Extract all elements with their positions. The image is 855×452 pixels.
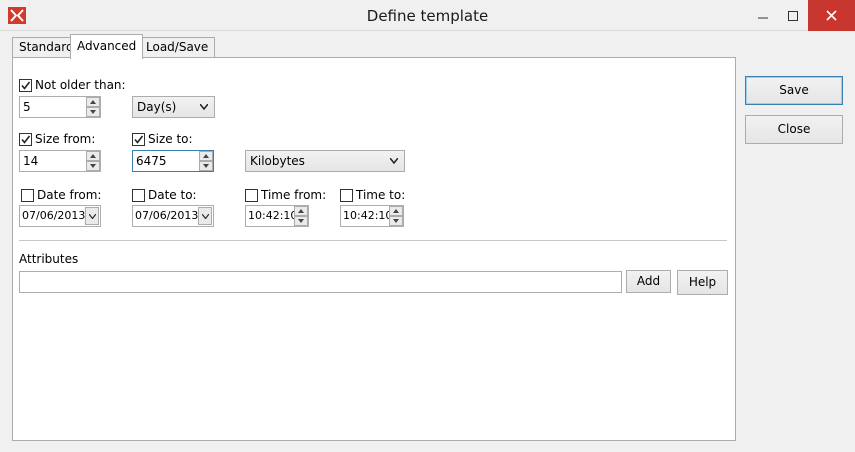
not-older-checkbox[interactable]: [19, 79, 32, 92]
spin-up-icon[interactable]: [199, 151, 213, 161]
attributes-input[interactable]: [19, 271, 622, 293]
time-from-spinner[interactable]: [294, 206, 308, 226]
not-older-unit-select[interactable]: Day(s): [132, 96, 215, 118]
spin-up-icon[interactable]: [389, 206, 403, 216]
size-from-input[interactable]: 14: [19, 150, 101, 172]
time-to-picker[interactable]: 10:42:10: [340, 205, 404, 227]
close-button[interactable]: Close: [745, 115, 843, 144]
maximize-button[interactable]: [778, 0, 808, 31]
not-older-label: Not older than:: [35, 78, 126, 92]
time-to-spinner[interactable]: [389, 206, 403, 226]
not-older-spinner[interactable]: [86, 97, 100, 117]
chevron-down-icon: [390, 158, 398, 164]
maximize-icon: [788, 10, 798, 21]
chevron-down-icon: [88, 213, 96, 219]
date-to-value: 07/06/2013: [135, 209, 199, 222]
spin-up-icon[interactable]: [86, 151, 100, 161]
not-older-unit-value: Day(s): [137, 100, 177, 114]
size-from-value: 14: [23, 154, 39, 168]
time-from-label: Time from:: [261, 188, 327, 202]
date-from-value: 07/06/2013: [22, 209, 86, 222]
chevron-down-icon: [201, 213, 209, 219]
spin-up-icon[interactable]: [86, 97, 100, 107]
minimize-icon: [758, 17, 768, 18]
time-to-value: 10:42:10: [343, 209, 393, 222]
not-older-value: 5: [23, 100, 31, 114]
time-from-picker[interactable]: 10:42:10: [245, 205, 309, 227]
title-bar: Define template: [0, 0, 855, 31]
size-from-checkbox[interactable]: [19, 133, 32, 146]
calendar-dropdown-button[interactable]: [85, 207, 99, 225]
time-to-checkbox[interactable]: [340, 189, 353, 202]
tab-advanced[interactable]: Advanced: [70, 34, 144, 59]
spin-down-icon[interactable]: [389, 216, 403, 226]
spin-down-icon[interactable]: [86, 107, 100, 117]
date-from-checkbox[interactable]: [21, 189, 34, 202]
spin-down-icon[interactable]: [86, 161, 100, 171]
tab-load-save[interactable]: Load/Save: [139, 37, 216, 58]
attributes-label: Attributes: [19, 252, 79, 266]
size-from-spinner[interactable]: [86, 151, 100, 171]
time-from-value: 10:42:10: [248, 209, 298, 222]
close-icon: [826, 10, 837, 21]
check-icon: [21, 135, 31, 144]
spin-down-icon[interactable]: [199, 161, 213, 171]
close-window-button[interactable]: [808, 0, 855, 31]
help-button[interactable]: Help: [677, 270, 728, 295]
advanced-panel: Not older than: 5 Day(s) Size from: 14 S…: [12, 57, 736, 441]
time-from-checkbox[interactable]: [245, 189, 258, 202]
size-to-checkbox[interactable]: [132, 133, 145, 146]
check-icon: [134, 135, 144, 144]
separator: [19, 240, 727, 241]
date-to-picker[interactable]: 07/06/2013: [132, 205, 214, 227]
window-title: Define template: [366, 7, 489, 25]
size-to-input[interactable]: 6475: [132, 150, 214, 172]
save-button[interactable]: Save: [745, 76, 843, 105]
size-to-spinner[interactable]: [199, 151, 213, 171]
spin-down-icon[interactable]: [294, 216, 308, 226]
chevron-down-icon: [200, 104, 208, 110]
size-to-label: Size to:: [148, 132, 193, 146]
size-from-label: Size from:: [35, 132, 96, 146]
date-from-picker[interactable]: 07/06/2013: [19, 205, 101, 227]
spin-up-icon[interactable]: [294, 206, 308, 216]
size-unit-value: Kilobytes: [250, 154, 305, 168]
not-older-value-input[interactable]: 5: [19, 96, 101, 118]
date-to-checkbox[interactable]: [132, 189, 145, 202]
size-unit-select[interactable]: Kilobytes: [245, 150, 405, 172]
size-to-value: 6475: [136, 154, 167, 168]
date-to-label: Date to:: [148, 188, 197, 202]
calendar-dropdown-button[interactable]: [198, 207, 212, 225]
date-from-label: Date from:: [37, 188, 102, 202]
check-icon: [21, 81, 31, 90]
minimize-button[interactable]: [748, 0, 778, 31]
time-to-label: Time to:: [356, 188, 406, 202]
add-button[interactable]: Add: [626, 270, 671, 293]
